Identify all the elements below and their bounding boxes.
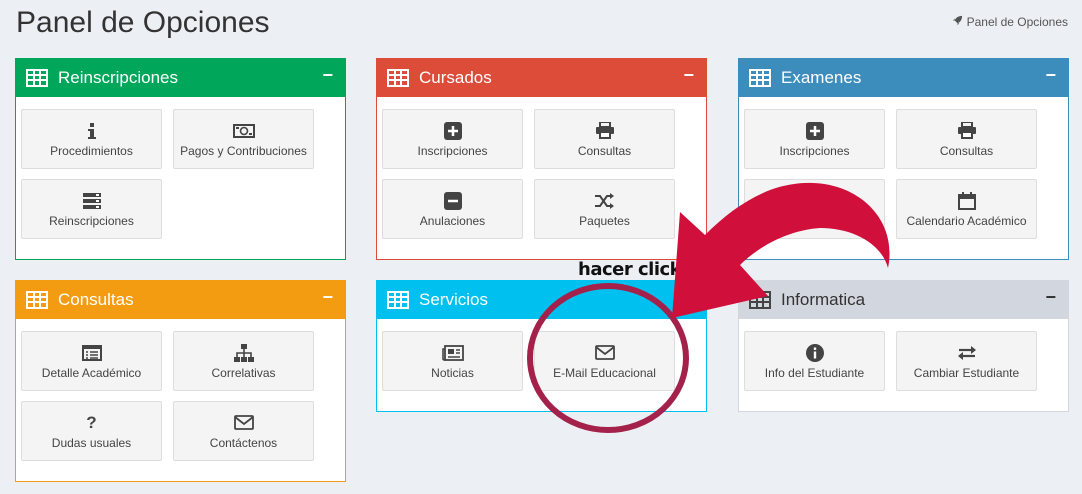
plus-square-icon [805, 121, 824, 141]
panel-header-consultas: Consultas − [16, 281, 345, 319]
panel-header-examenes: Examenes − [739, 59, 1068, 97]
tile-label: Info del Estudiante [764, 365, 865, 380]
tile-detalle-academico[interactable]: Detalle Académico [21, 331, 162, 391]
panel-title: Cursados [419, 68, 492, 87]
tile-label: Contáctenos [209, 435, 278, 450]
table-icon [749, 69, 771, 87]
money-icon [232, 121, 255, 141]
panel-title: Reinscripciones [58, 68, 178, 87]
collapse-button[interactable]: − [1045, 65, 1056, 86]
tile-label: Inscripciones [417, 143, 488, 158]
panel-header-reinscripciones: Reinscripciones − [16, 59, 345, 97]
tile-label: Consultas [939, 143, 994, 158]
panel-examenes: Examenes − Inscripciones Consultas Anula… [738, 58, 1069, 260]
tile-cambiar-estudiante[interactable]: Cambiar Estudiante [896, 331, 1037, 391]
tile-label: Inscripciones [779, 143, 850, 158]
collapse-button[interactable]: − [683, 65, 694, 86]
tile-procedimientos[interactable]: Procedimientos [21, 109, 162, 169]
tile-label: Consultas [577, 143, 632, 158]
envelope-icon [594, 343, 615, 363]
exchange-icon [957, 343, 977, 363]
tile-label: Noticias [431, 365, 474, 380]
table-icon [26, 291, 48, 309]
rocket-icon [952, 15, 963, 29]
tile-consultas[interactable]: Consultas [896, 109, 1037, 169]
panel-consultas: Consultas − Detalle Académico Correlativ… [15, 280, 346, 482]
tile-inscripciones[interactable]: Inscripciones [382, 109, 523, 169]
tile-correlativas[interactable]: Correlativas [173, 331, 314, 391]
tile-anulaciones[interactable]: Anulaciones [744, 179, 885, 239]
tile-label: Anulaciones [781, 213, 848, 228]
tile-label: Calendario Académico [906, 213, 1027, 228]
calendar-icon [957, 191, 976, 211]
tile-label: Detalle Académico [41, 365, 142, 380]
collapse-button[interactable]: − [322, 65, 333, 86]
print-icon [595, 121, 614, 141]
panel-informatica: Informatica − Info del Estudiante Cambia… [738, 280, 1069, 412]
tile-paquetes[interactable]: Paquetes [534, 179, 675, 239]
panel-title: Consultas [58, 290, 134, 309]
panel-header-informatica: Informatica − [739, 281, 1068, 319]
tile-anulaciones[interactable]: Anulaciones [382, 179, 523, 239]
newspaper-icon [441, 343, 464, 363]
collapse-button[interactable]: − [683, 287, 694, 308]
panel-header-cursados: Cursados − [377, 59, 706, 97]
table-icon [26, 69, 48, 87]
tile-consultas[interactable]: Consultas [534, 109, 675, 169]
tile-calendario-academico[interactable]: Calendario Académico [896, 179, 1037, 239]
tile-contactenos[interactable]: Contáctenos [173, 401, 314, 461]
panel-reinscripciones: Reinscripciones − Procedimientos Pagos y… [15, 58, 346, 260]
minus-square-icon [443, 191, 462, 211]
tile-dudas-usuales[interactable]: ? Dudas usuales [21, 401, 162, 461]
question-icon: ? [86, 412, 97, 432]
print-icon [957, 121, 976, 141]
list-alt-icon [81, 343, 102, 363]
minus-square-icon [805, 191, 824, 211]
breadcrumb-label: Panel de Opciones [966, 15, 1068, 29]
tile-label: E-Mail Educacional [553, 365, 656, 380]
annotation-label: hacer click [578, 259, 682, 280]
tile-noticias[interactable]: Noticias [382, 331, 523, 391]
tile-info-estudiante[interactable]: Info del Estudiante [744, 331, 885, 391]
breadcrumb[interactable]: Panel de Opciones [952, 15, 1068, 29]
panel-header-servicios: Servicios − [377, 281, 706, 319]
tile-label: Pagos y Contribuciones [180, 143, 307, 158]
panel-title: Examenes [781, 68, 862, 87]
info-circle-icon [805, 343, 824, 363]
collapse-button[interactable]: − [322, 287, 333, 308]
tile-label: Reinscripciones [49, 213, 134, 228]
tile-label: Paquetes [579, 213, 630, 228]
random-icon [594, 191, 615, 211]
tile-label: Procedimientos [50, 143, 133, 158]
panel-cursados: Cursados − Inscripciones Consultas Anula… [376, 58, 707, 260]
tile-label: Correlativas [211, 365, 276, 380]
collapse-button[interactable]: − [1045, 287, 1056, 308]
table-icon [387, 69, 409, 87]
tile-pagos-contribuciones[interactable]: Pagos y Contribuciones [173, 109, 314, 169]
panel-title: Informatica [781, 290, 866, 309]
tile-reinscripciones[interactable]: Reinscripciones [21, 179, 162, 239]
table-icon [387, 291, 409, 309]
envelope-icon [233, 413, 254, 433]
server-icon [82, 191, 102, 211]
sitemap-icon [233, 343, 254, 363]
info-icon [87, 121, 96, 141]
page-title: Panel de Opciones [16, 6, 270, 39]
panel-servicios: Servicios − Noticias E-Mail Educacional [376, 280, 707, 412]
tile-email-educacional[interactable]: E-Mail Educacional [534, 331, 675, 391]
table-icon [749, 291, 771, 309]
tile-inscripciones[interactable]: Inscripciones [744, 109, 885, 169]
tile-label: Dudas usuales [51, 435, 132, 450]
tile-label: Cambiar Estudiante [913, 365, 1020, 380]
tile-label: Anulaciones [419, 213, 486, 228]
plus-square-icon [443, 121, 462, 141]
panel-title: Servicios [419, 290, 488, 309]
